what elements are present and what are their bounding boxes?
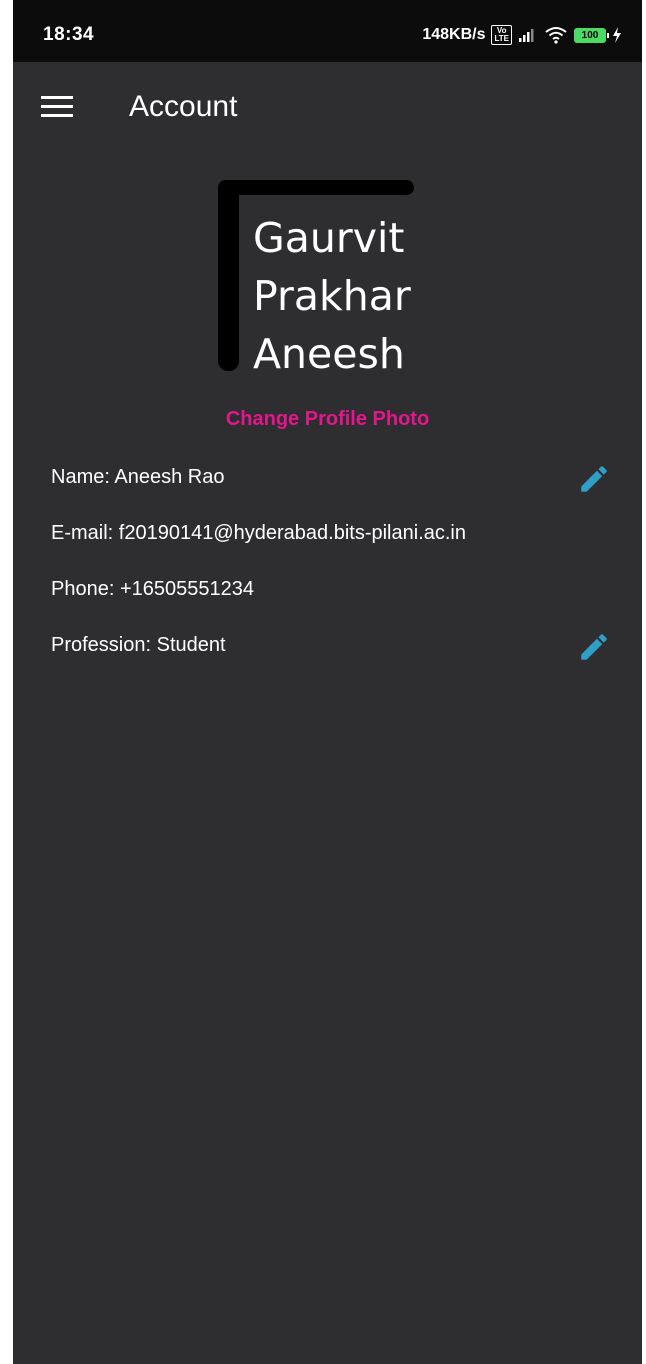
profession-row: Profession: Student bbox=[51, 630, 611, 664]
email-field: E-mail: f20190141@hyderabad.bits-pilani.… bbox=[51, 522, 466, 544]
volte-icon: Vo LTE bbox=[491, 25, 512, 45]
account-screen: 18:34 148KB/s Vo LTE 100 Account Gaurvit… bbox=[13, 0, 642, 1364]
logo-line-1: Gaurvit bbox=[253, 214, 405, 262]
status-indicators: 148KB/s Vo LTE 100 bbox=[422, 24, 622, 46]
edit-name-pencil-icon[interactable] bbox=[577, 462, 611, 496]
charging-icon bbox=[613, 27, 621, 43]
name-row: Name: Aneesh Rao bbox=[51, 462, 611, 496]
logo-line-3: Aneesh bbox=[253, 330, 405, 378]
hamburger-menu-icon[interactable] bbox=[41, 96, 74, 118]
phone-field: Phone: +16505551234 bbox=[51, 578, 254, 600]
logo-bar-top bbox=[218, 180, 414, 195]
name-field: Name: Aneesh Rao bbox=[51, 466, 225, 488]
logo-bar-left bbox=[218, 180, 239, 371]
logo-line-2: Prakhar bbox=[253, 272, 411, 320]
phone-row: Phone: +16505551234 bbox=[51, 574, 611, 608]
app-bar: Account bbox=[13, 62, 642, 152]
status-bar: 18:34 148KB/s Vo LTE 100 bbox=[13, 0, 642, 62]
email-row: E-mail: f20190141@hyderabad.bits-pilani.… bbox=[51, 518, 611, 552]
status-time: 18:34 bbox=[43, 24, 95, 45]
edit-profession-pencil-icon[interactable] bbox=[577, 630, 611, 664]
change-profile-photo-button[interactable]: Change Profile Photo bbox=[13, 408, 642, 431]
page-title: Account bbox=[129, 90, 238, 123]
wifi-icon bbox=[545, 27, 567, 44]
signal-icon bbox=[519, 29, 534, 42]
profile-photo: Gaurvit Prakhar Aneesh bbox=[218, 180, 438, 380]
profession-field: Profession: Student bbox=[51, 634, 226, 656]
network-speed: 148KB/s bbox=[422, 26, 486, 43]
battery-icon: 100 bbox=[574, 27, 609, 43]
